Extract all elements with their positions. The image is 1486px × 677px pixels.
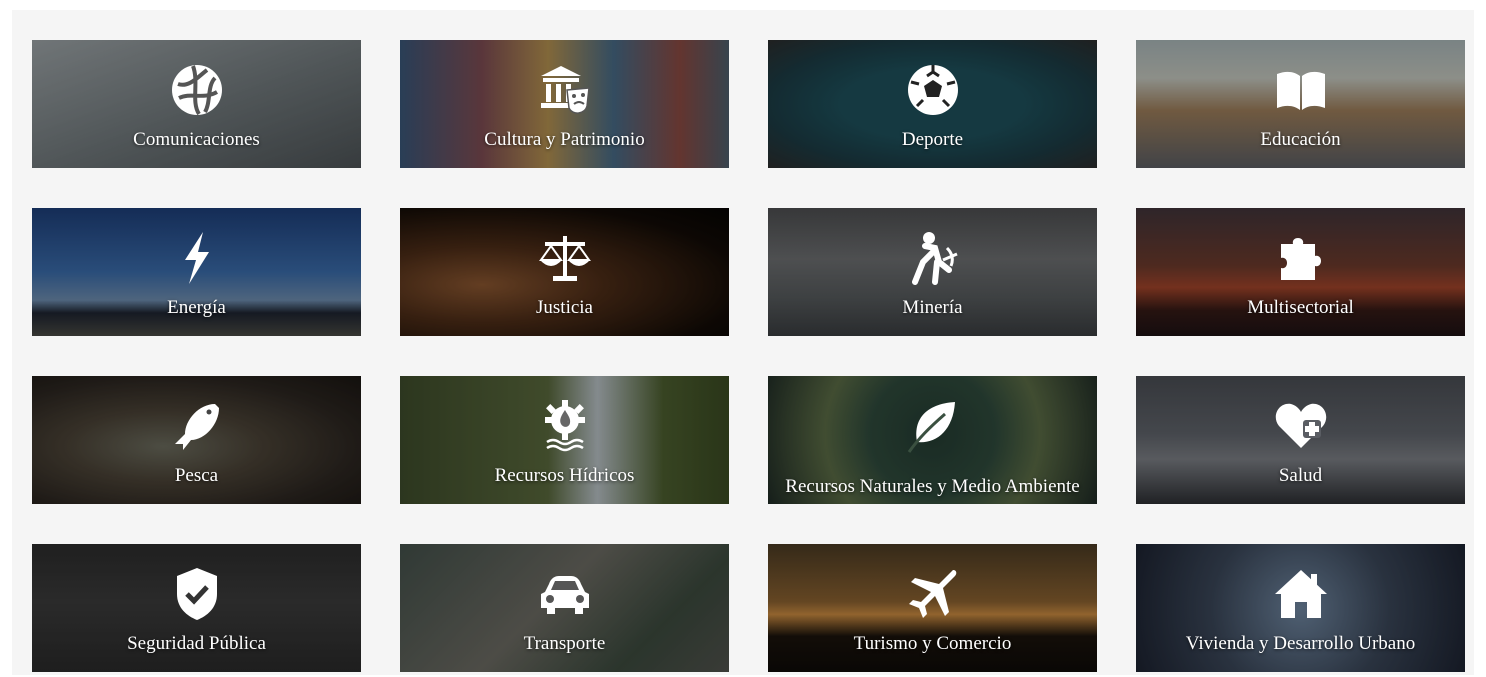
category-tile-recursos-naturales[interactable]: Recursos Naturales y Medio Ambiente <box>768 376 1097 504</box>
water-drop-gear-icon <box>537 398 593 454</box>
car-icon <box>537 566 593 622</box>
category-tile-comunicaciones[interactable]: Comunicaciones <box>32 40 361 168</box>
category-tile-multisectorial[interactable]: Multisectorial <box>1136 208 1465 336</box>
category-label: Transporte <box>523 633 606 654</box>
museum-theater-icon <box>537 62 593 118</box>
category-label: Vivienda y Desarrollo Urbano <box>1185 633 1416 654</box>
category-tile-turismo-comercio[interactable]: Turismo y Comercio <box>768 544 1097 672</box>
category-tile-salud[interactable]: Salud <box>1136 376 1465 504</box>
globe-network-icon <box>169 62 225 118</box>
category-label: Cultura y Patrimonio <box>484 129 645 150</box>
category-label: Energía <box>167 297 226 318</box>
lightning-bolt-icon <box>169 230 225 286</box>
category-tile-transporte[interactable]: Transporte <box>400 544 729 672</box>
category-tile-recursos-hidricos[interactable]: Recursos Hídricos <box>400 376 729 504</box>
category-label: Educación <box>1260 129 1341 150</box>
shield-check-icon <box>169 566 225 622</box>
category-grid: Comunicaciones Cultura y Patrimonio Depo… <box>32 40 1465 672</box>
category-tile-seguridad-publica[interactable]: Seguridad Pública <box>32 544 361 672</box>
fish-icon <box>169 398 225 454</box>
category-label: Pesca <box>174 465 219 486</box>
category-tile-cultura-patrimonio[interactable]: Cultura y Patrimonio <box>400 40 729 168</box>
airplane-icon <box>905 566 961 622</box>
leaf-icon <box>905 398 961 454</box>
category-tile-vivienda-desarrollo-urbano[interactable]: Vivienda y Desarrollo Urbano <box>1136 544 1465 672</box>
category-tile-pesca[interactable]: Pesca <box>32 376 361 504</box>
category-label: Multisectorial <box>1247 297 1354 318</box>
category-label: Justicia <box>536 297 593 318</box>
category-tile-mineria[interactable]: Minería <box>768 208 1097 336</box>
category-label: Comunicaciones <box>133 129 260 150</box>
category-label: Turismo y Comercio <box>853 633 1012 654</box>
category-tile-deporte[interactable]: Deporte <box>768 40 1097 168</box>
puzzle-piece-icon <box>1273 230 1329 286</box>
category-label: Recursos Hídricos <box>494 465 635 486</box>
open-book-icon <box>1273 62 1329 118</box>
house-icon <box>1273 566 1329 622</box>
category-tile-energia[interactable]: Energía <box>32 208 361 336</box>
balance-scale-icon <box>537 230 593 286</box>
category-label: Salud <box>1278 465 1323 486</box>
category-label: Minería <box>902 297 963 318</box>
heart-plus-icon <box>1273 398 1329 454</box>
category-label: Seguridad Pública <box>127 633 266 654</box>
miner-pickaxe-icon <box>905 230 961 286</box>
category-tile-justicia[interactable]: Justicia <box>400 208 729 336</box>
category-label: Deporte <box>901 129 964 150</box>
soccer-ball-icon <box>905 62 961 118</box>
category-label: Recursos Naturales y Medio Ambiente <box>785 476 1080 497</box>
category-tile-educacion[interactable]: Educación <box>1136 40 1465 168</box>
